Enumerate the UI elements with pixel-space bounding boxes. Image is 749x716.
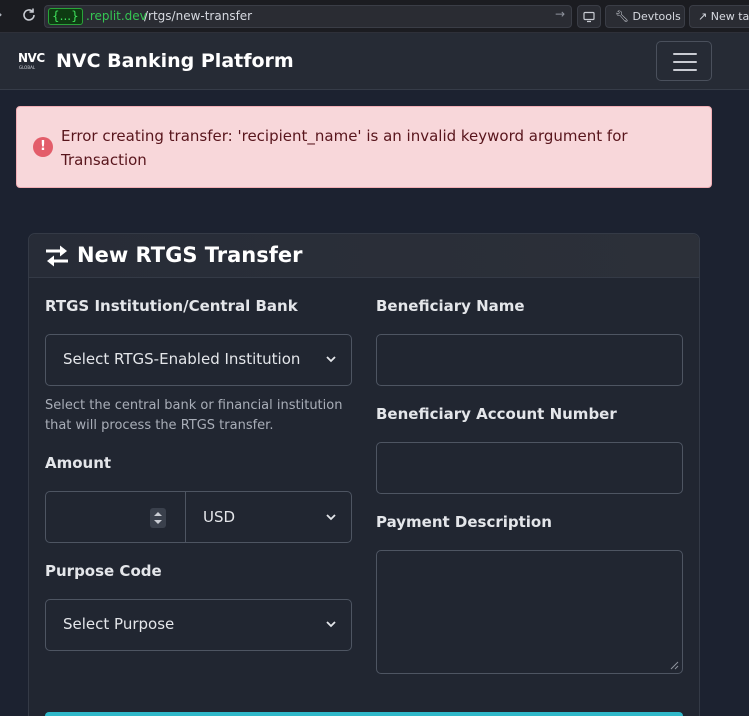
- external-link-icon: ↗: [698, 10, 708, 23]
- app-navbar: NVC GLOBAL NVC Banking Platform: [0, 33, 749, 90]
- amount-label: Amount: [45, 454, 112, 472]
- devtools-button[interactable]: 🔧︎ Devtools: [605, 5, 685, 28]
- submit-button[interactable]: [45, 712, 683, 716]
- beneficiary-account-input[interactable]: [376, 442, 683, 494]
- brand-logo[interactable]: NVC GLOBAL: [18, 51, 46, 73]
- address-bar[interactable]: {...} .replit.dev /rtgs/new-transfer →: [44, 5, 572, 28]
- screen-toggle-button[interactable]: [577, 5, 601, 28]
- reload-icon[interactable]: [20, 6, 38, 24]
- currency-select[interactable]: USD: [185, 491, 352, 543]
- beneficiary-name-input[interactable]: [376, 334, 683, 386]
- card-title: New RTGS Transfer: [77, 243, 303, 267]
- go-arrow-icon[interactable]: →: [555, 7, 565, 21]
- menu-toggle-button[interactable]: [656, 41, 712, 81]
- wrench-icon: 🔧︎: [615, 10, 629, 23]
- hamburger-line: [673, 69, 697, 71]
- exchange-icon: [46, 245, 68, 267]
- url-path: /rtgs/new-transfer: [144, 9, 253, 23]
- alert-message: Error creating transfer: 'recipient_name…: [61, 127, 628, 169]
- error-alert: ! Error creating transfer: 'recipient_na…: [16, 106, 712, 188]
- purpose-selected-value: Select Purpose: [63, 615, 175, 633]
- number-spinner-icon[interactable]: [150, 508, 166, 528]
- logo-subtext: GLOBAL: [19, 65, 36, 70]
- institution-select[interactable]: Select RTGS-Enabled Institution: [45, 334, 352, 386]
- monitor-icon: [583, 11, 595, 23]
- resize-handle-icon[interactable]: [669, 660, 679, 670]
- domain-text: .replit.dev: [86, 9, 147, 23]
- institution-selected-value: Select RTGS-Enabled Institution: [63, 350, 301, 368]
- card-header: New RTGS Transfer: [29, 234, 699, 278]
- browser-toolbar: › {...} .replit.dev /rtgs/new-transfer →…: [0, 0, 749, 33]
- domain-badge: {...}: [48, 8, 83, 25]
- currency-selected-value: USD: [203, 508, 236, 526]
- purpose-select[interactable]: Select Purpose: [45, 599, 352, 651]
- chevron-down-icon: [326, 621, 336, 628]
- description-label: Payment Description: [376, 513, 552, 531]
- amount-input[interactable]: [45, 491, 186, 543]
- new-tab-label: New tab: [710, 10, 749, 23]
- new-tab-button[interactable]: ↗ New tab: [689, 5, 749, 28]
- hamburger-line: [673, 61, 697, 63]
- brand-title[interactable]: NVC Banking Platform: [56, 50, 294, 72]
- hamburger-line: [673, 53, 697, 55]
- beneficiary-name-label: Beneficiary Name: [376, 297, 525, 315]
- exclamation-circle-icon: !: [33, 137, 53, 157]
- forward-arrow-icon[interactable]: ›: [0, 7, 3, 23]
- purpose-label: Purpose Code: [45, 562, 162, 580]
- institution-label: RTGS Institution/Central Bank: [45, 297, 298, 315]
- beneficiary-account-label: Beneficiary Account Number: [376, 405, 617, 423]
- devtools-label: Devtools: [632, 10, 681, 23]
- chevron-down-icon: [326, 356, 336, 363]
- description-textarea[interactable]: [376, 550, 683, 674]
- institution-help-text: Select the central bank or financial ins…: [45, 398, 343, 433]
- chevron-down-icon: [326, 514, 336, 521]
- logo-text: NVC: [18, 51, 45, 65]
- amount-input-group: USD: [45, 491, 352, 543]
